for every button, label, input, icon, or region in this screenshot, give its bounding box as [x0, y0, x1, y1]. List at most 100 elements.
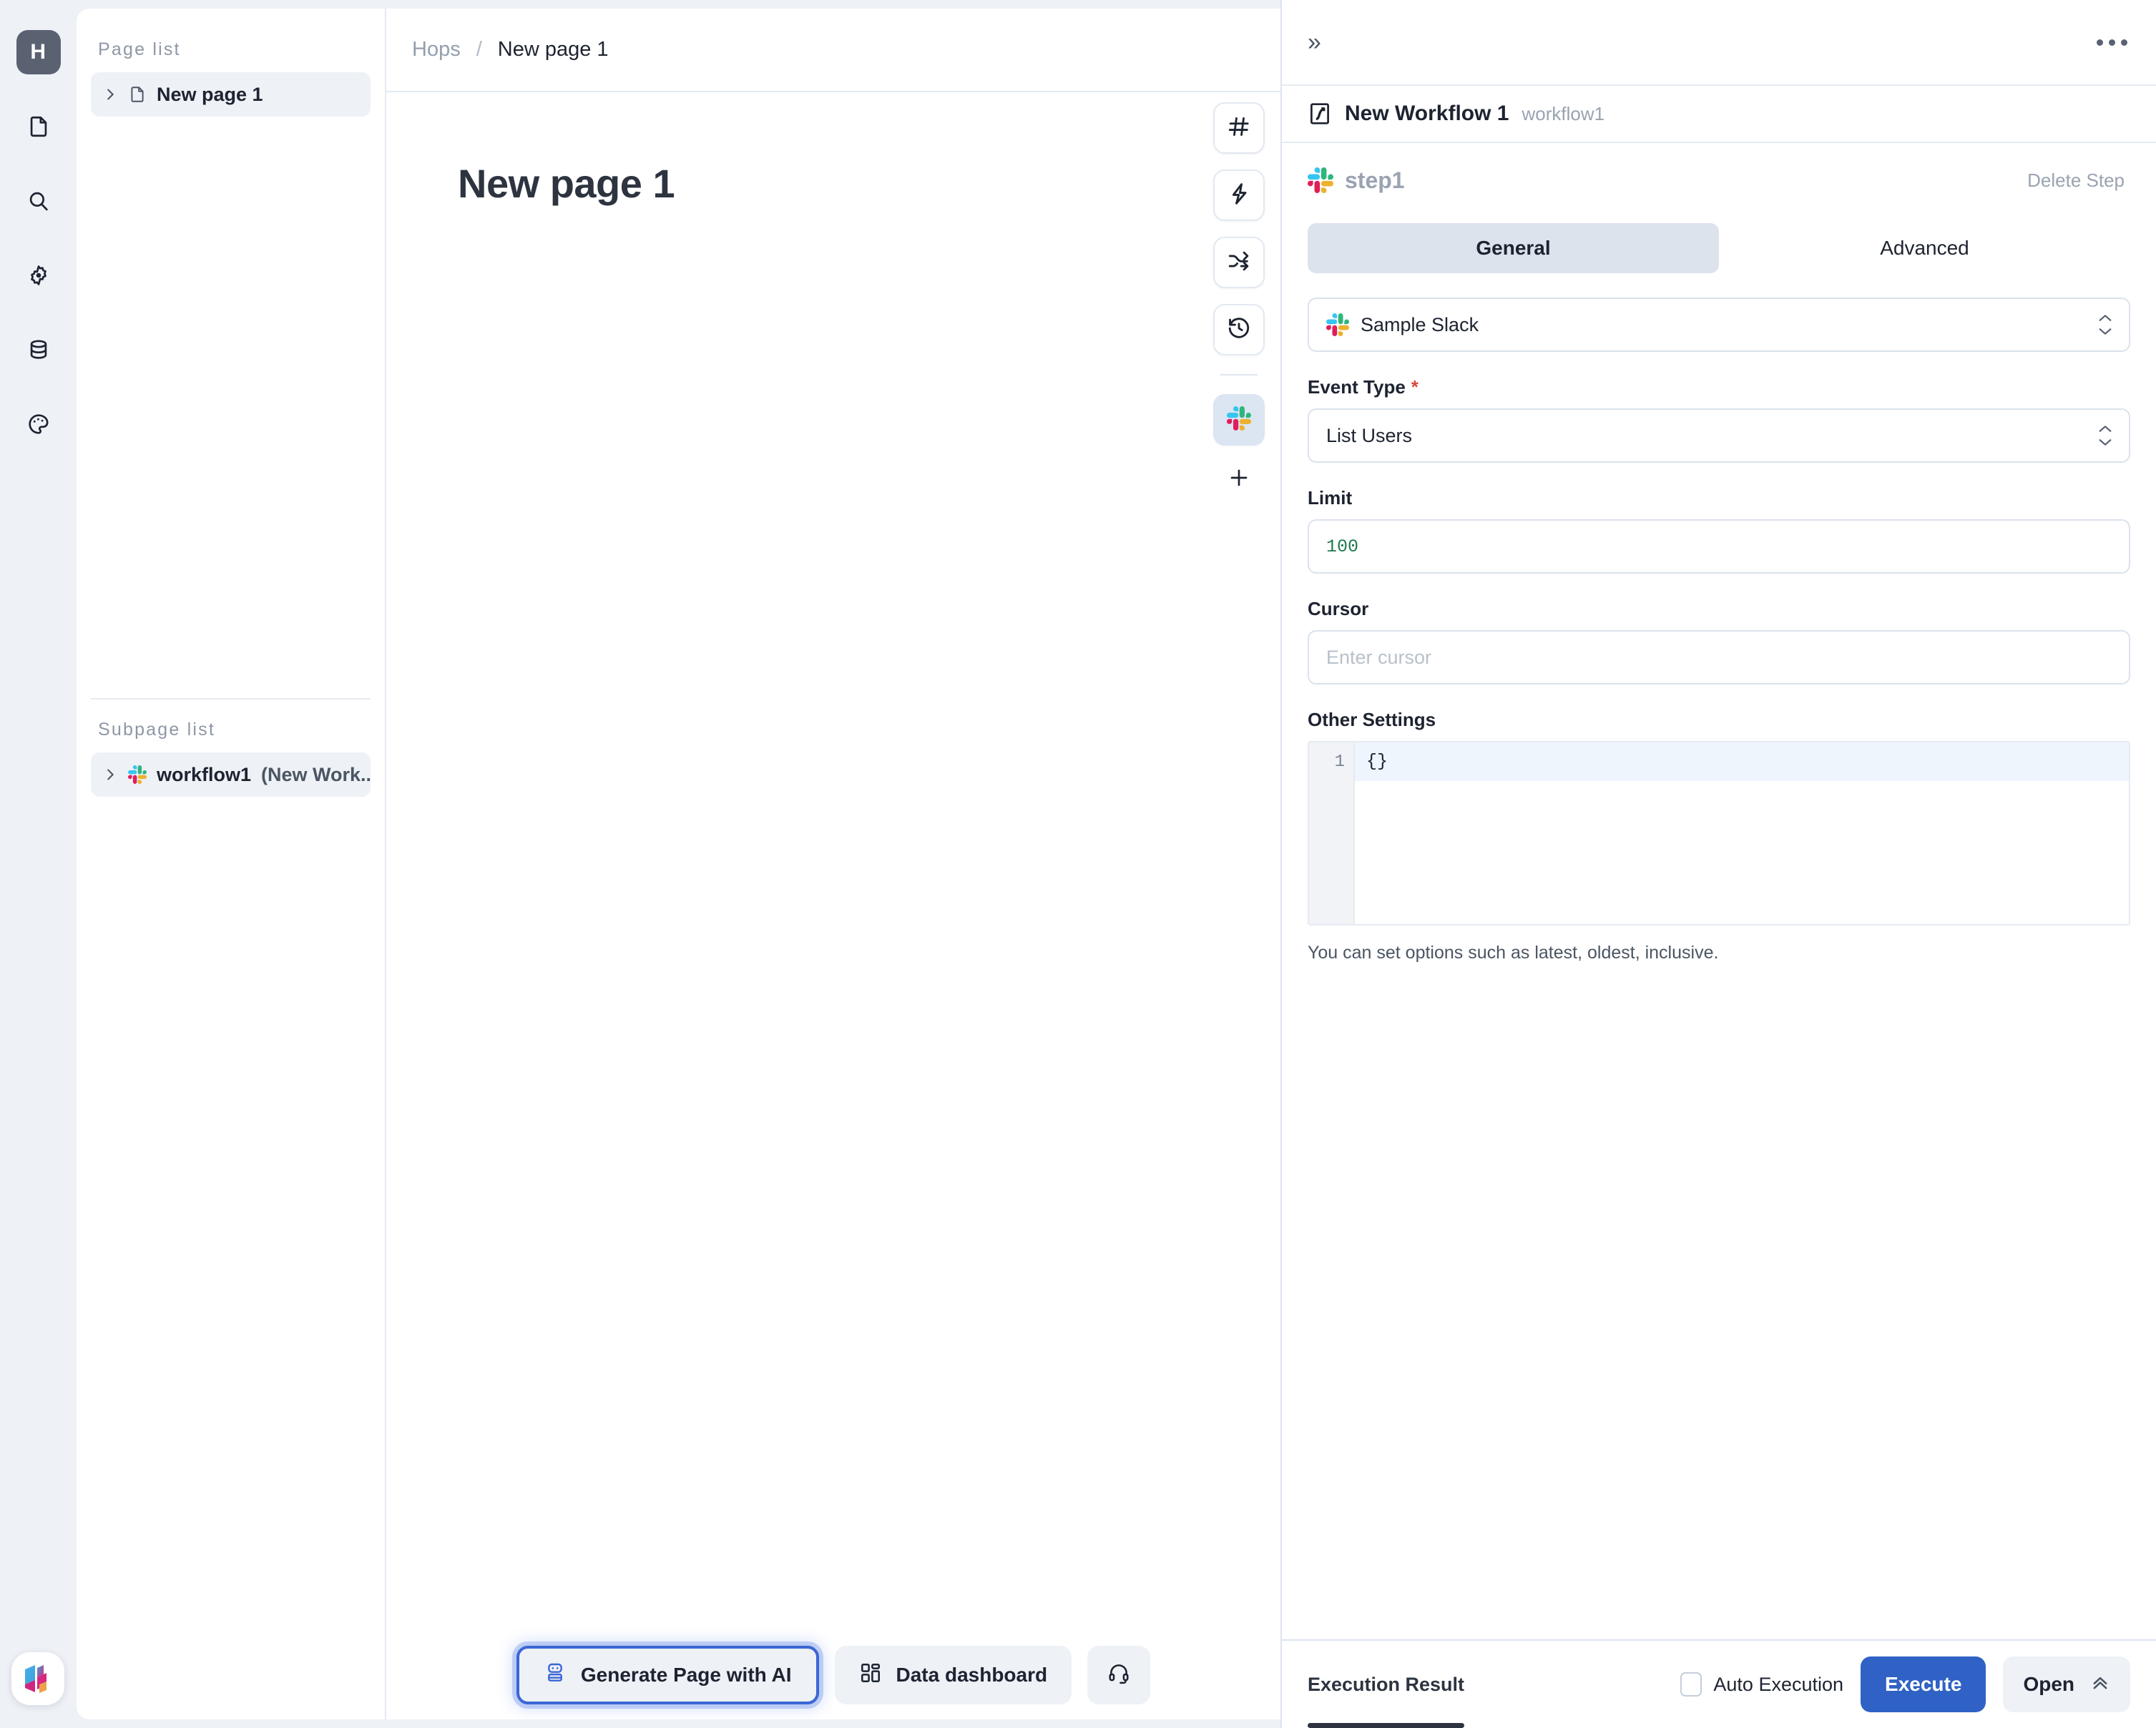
add-block-button[interactable] [1221, 461, 1257, 497]
limit-field: Limit 100 [1308, 487, 2130, 574]
canvas-bottom-actionbar: Generate Page with AI Data dashboard [386, 1631, 1280, 1719]
event-type-label-row: Event Type * [1308, 376, 2130, 398]
tab-execution-result[interactable]: Execution Result [1308, 1641, 1465, 1728]
step-identity: step1 [1308, 167, 1405, 194]
chevron-right-icon[interactable] [102, 87, 118, 102]
lightning-icon [1227, 182, 1251, 210]
tab-general[interactable]: General [1308, 223, 1719, 273]
toolbar-divider [1220, 374, 1258, 375]
limit-value: 100 [1326, 536, 1359, 557]
cursor-placeholder: Enter cursor [1326, 646, 1432, 668]
dashboard-icon [859, 1661, 882, 1689]
plus-icon [1228, 466, 1250, 493]
subpage-list-item-suffix: (New Work... [261, 763, 371, 785]
workflow-name: New Workflow 1 [1345, 102, 1509, 125]
cursor-input[interactable]: Enter cursor [1308, 630, 2130, 684]
app-logo-label: H [30, 40, 46, 64]
limit-input[interactable]: 100 [1308, 519, 2130, 574]
chevron-right-icon[interactable] [102, 767, 118, 782]
search-icon[interactable] [16, 179, 61, 223]
other-settings-label-row: Other Settings [1308, 709, 2130, 731]
workflow-icon [1308, 102, 1332, 126]
limit-label-row: Limit [1308, 487, 2130, 509]
inspector-body: step1 Delete Step General Advanced Sampl… [1282, 143, 2156, 1639]
step-header-row: step1 Delete Step [1308, 143, 2130, 217]
support-button[interactable] [1087, 1646, 1151, 1704]
hops-brand-logo[interactable] [11, 1652, 64, 1705]
database-icon[interactable] [16, 328, 61, 372]
data-dashboard-label: Data dashboard [896, 1664, 1048, 1686]
page-list-item-new-page-1[interactable]: New page 1 [91, 72, 371, 117]
cursor-label-row: Cursor [1308, 598, 2130, 620]
event-type-select[interactable]: List Users [1308, 408, 2130, 463]
cursor-label: Cursor [1308, 598, 1369, 619]
page-list-heading: Page list [98, 39, 181, 59]
palette-icon[interactable] [16, 402, 61, 446]
generate-page-with-ai-button[interactable]: Generate Page with AI [516, 1646, 819, 1704]
gear-icon[interactable] [16, 253, 61, 298]
subpage-list-heading: Subpage list [98, 720, 215, 740]
slack-icon [1308, 167, 1333, 193]
event-type-value: List Users [1326, 424, 1413, 446]
checkbox-box[interactable] [1680, 1672, 1702, 1697]
breadcrumb-separator: / [476, 38, 482, 61]
robot-icon [544, 1661, 567, 1689]
workflow-slug: workflow1 [1522, 102, 1605, 124]
other-settings-hint: You can set options such as latest, olde… [1308, 943, 1719, 963]
collapse-panel-icon[interactable]: » [1308, 29, 1321, 57]
code-area[interactable]: {} [1355, 742, 2129, 924]
tab-advanced[interactable]: Advanced [1719, 223, 2130, 273]
execute-button[interactable]: Execute [1861, 1656, 1986, 1712]
open-label: Open [2023, 1673, 2074, 1695]
chevron-updown-icon [2097, 425, 2113, 447]
history-icon-button[interactable] [1213, 304, 1265, 355]
ellipsis-icon[interactable] [2097, 39, 2127, 46]
slack-icon [1326, 313, 1349, 336]
lightning-icon-button[interactable] [1213, 170, 1265, 221]
document-icon [128, 85, 147, 104]
inspector-footer: Execution Result Auto Execution Execute … [1282, 1639, 2156, 1728]
history-icon [1227, 316, 1251, 344]
cursor-field: Cursor Enter cursor [1308, 598, 2130, 684]
event-type-label: Event Type [1308, 376, 1406, 398]
open-button[interactable]: Open [2003, 1656, 2130, 1712]
step-name[interactable]: step1 [1345, 167, 1405, 194]
data-dashboard-button[interactable]: Data dashboard [834, 1646, 1072, 1704]
connection-field: Sample Slack [1308, 298, 2130, 352]
document-icon[interactable] [16, 104, 61, 149]
chevron-double-up-icon [2090, 1672, 2110, 1697]
app-logo-button[interactable]: H [16, 30, 61, 74]
page-list-bottom-space [77, 797, 385, 1719]
headset-icon [1107, 1661, 1130, 1689]
page-canvas[interactable]: New page 1 Generate Page with AI Data da… [386, 92, 1280, 1719]
slack-step-button[interactable] [1213, 394, 1265, 446]
limit-label: Limit [1308, 487, 1353, 509]
code-line-1: {} [1355, 742, 2129, 781]
execute-label: Execute [1885, 1673, 1962, 1695]
inspector-topbar: » [1282, 0, 2156, 86]
connection-select[interactable]: Sample Slack [1308, 298, 2130, 352]
generate-page-with-ai-label: Generate Page with AI [580, 1664, 792, 1686]
delete-step-button[interactable]: Delete Step [2027, 170, 2130, 192]
breadcrumb-current: New page 1 [497, 38, 609, 61]
canvas-block-toolbar [1213, 102, 1265, 497]
left-icon-rail: H [0, 0, 77, 1728]
workflow-inspector-panel: » New Workflow 1 workflow1 step1 Delete … [1280, 0, 2156, 1728]
hash-icon-button[interactable] [1213, 102, 1265, 154]
workflow-header[interactable]: New Workflow 1 workflow1 [1282, 86, 2156, 143]
subpage-list-item-workflow1[interactable]: workflow1 (New Work... [91, 752, 371, 797]
subpage-list-item-label: workflow1 [157, 763, 252, 785]
auto-execution-label: Auto Execution [1713, 1673, 1844, 1695]
other-settings-label: Other Settings [1308, 709, 1436, 730]
app-root: H Page list New page 1 Subpage list work… [0, 0, 2156, 1728]
slack-icon [128, 765, 147, 784]
page-list-panel: Page list New page 1 Subpage list workfl… [77, 9, 386, 1719]
page-list-spacer [77, 117, 385, 698]
required-asterisk: * [1411, 376, 1418, 398]
other-settings-code-editor[interactable]: 1 {} [1308, 741, 2130, 926]
breadcrumb: Hops / New page 1 [386, 9, 1280, 92]
page-title[interactable]: New page 1 [458, 160, 675, 207]
breadcrumb-root[interactable]: Hops [412, 38, 461, 62]
auto-execution-checkbox[interactable]: Auto Execution [1680, 1672, 1843, 1697]
shuffle-icon-button[interactable] [1213, 237, 1265, 288]
